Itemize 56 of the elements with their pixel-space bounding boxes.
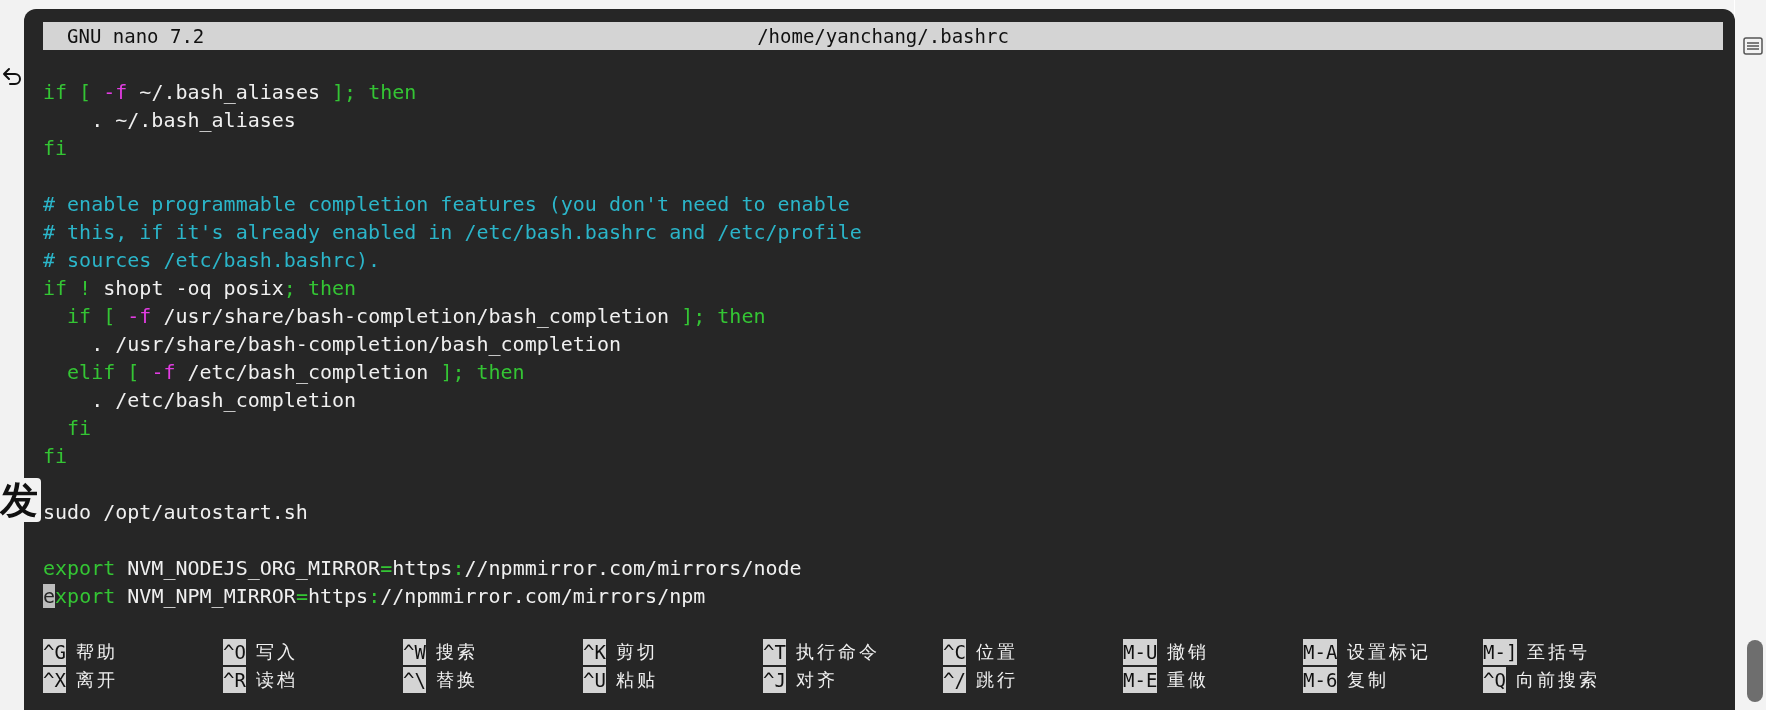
shortcut-key: M-6 — [1303, 667, 1338, 693]
code-line: fi — [66, 415, 92, 442]
shortcut-label: 设置标记 — [1347, 640, 1432, 664]
shortcut-label: 搜索 — [435, 640, 478, 664]
code-line: export NVM_NODEJS_ORG_MIRROR=https://npmmirror.com/mirrors/node — [43, 555, 802, 582]
shortcut-label: 跳行 — [975, 668, 1018, 692]
shortcut-key: ^U — [583, 667, 606, 693]
code-line: . /usr/share/bash-completion/bash_completion — [90, 331, 621, 358]
shortcut-label: 位置 — [975, 640, 1018, 664]
shortcut-key: M-A — [1303, 639, 1338, 665]
shortcut-label: 粘贴 — [615, 668, 658, 692]
shortcut-label: 对齐 — [795, 668, 838, 692]
shortcut-label: 帮助 — [75, 640, 118, 664]
shortcut-key: ^K — [583, 639, 606, 665]
shortcut-key: ^R — [223, 667, 246, 693]
shortcut-label: 剪切 — [615, 640, 658, 664]
shortcut-label: 离开 — [75, 668, 118, 692]
shortcut-label: 撤销 — [1167, 640, 1210, 664]
file-path: /home/yanchang/.bashrc — [757, 25, 1009, 47]
shortcut-label: 复制 — [1347, 668, 1390, 692]
code-line: if ! shopt -oq posix; then — [43, 275, 357, 302]
shortcut-key: ^/ — [943, 667, 966, 693]
scrollbar-thumb[interactable] — [1747, 640, 1763, 702]
code-line: fi — [43, 135, 68, 162]
code-line: # this, if it's already enabled in /etc/bash.bashrc and /etc/profile — [43, 219, 862, 246]
menu-icon[interactable] — [1743, 36, 1763, 56]
shortcut-key: ^W — [403, 639, 426, 665]
code-line: . /etc/bash_completion — [90, 387, 357, 414]
app-version: GNU nano 7.2 — [67, 25, 205, 47]
shortcut-key: ^O — [223, 639, 246, 665]
shortcut-key: ^X — [43, 667, 66, 693]
code-line: elif [ -f /etc/bash_completion ]; then — [66, 359, 525, 386]
shortcut-key: ^\ — [403, 667, 426, 693]
shortcut-label: 重做 — [1167, 668, 1210, 692]
shortcut-label: 向前搜索 — [1515, 668, 1600, 692]
shortcut-label: 替换 — [435, 668, 478, 692]
shortcut-key: M-E — [1123, 667, 1158, 693]
code-line: sudo /opt/autostart.sh — [43, 499, 308, 526]
code-line: export NVM_NPM_MIRROR=https://npmmirror.com/mirrors/npm — [43, 583, 706, 610]
code-line: if [ -f /usr/share/bash-completion/bash_completion ]; then — [66, 303, 766, 330]
shortcut-label: 写入 — [255, 640, 298, 664]
code-line: # sources /etc/bash.bashrc). — [43, 247, 381, 274]
code-line: if [ -f ~/.bash_aliases ]; then — [43, 79, 417, 106]
shortcut-key: ^G — [43, 639, 66, 665]
shortcut-label: 至括号 — [1527, 640, 1591, 664]
shortcut-label: 读档 — [255, 668, 298, 692]
shortcut-key: ^Q — [1483, 667, 1506, 693]
shortcut-key: M-U — [1123, 639, 1158, 665]
shortcut-key: ^C — [943, 639, 966, 665]
code-line: fi — [43, 443, 68, 470]
shortcut-label: 执行命令 — [795, 640, 880, 664]
shortcut-key: M-] — [1483, 639, 1518, 665]
shortcut-key: ^T — [763, 639, 786, 665]
code-line: # enable programmable completion features (you don't need to enable — [43, 191, 850, 218]
code-line: . ~/.bash_aliases — [90, 107, 296, 134]
shortcut-key: ^J — [763, 667, 786, 693]
